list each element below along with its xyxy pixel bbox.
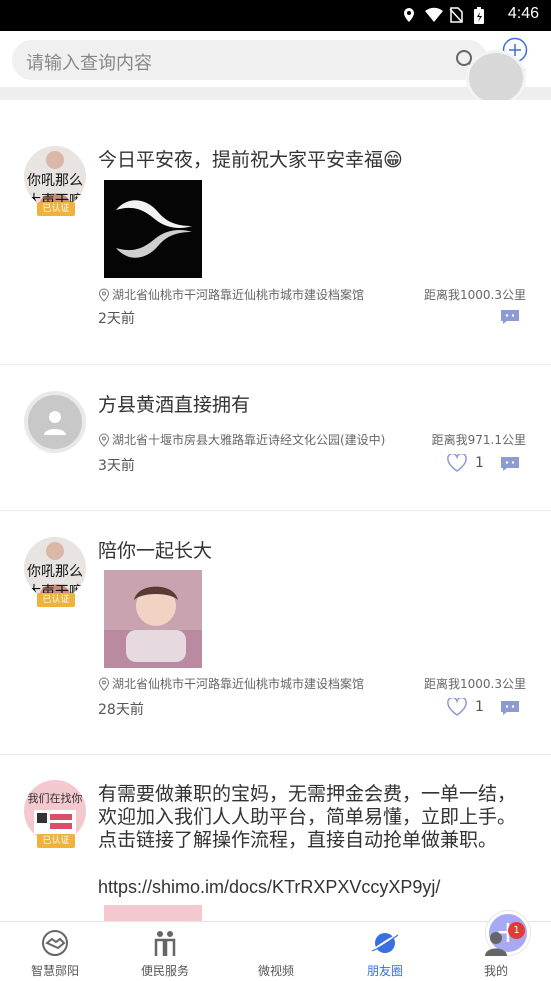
verified-badge: 已认证 (37, 202, 75, 216)
location-text: 湖北省仙桃市干河路靠近仙桃市城市建设档案馆 (112, 677, 365, 691)
heart-icon (447, 454, 467, 472)
like-button[interactable]: 1 (447, 454, 484, 472)
search-input[interactable]: 请输入查询内容 (12, 40, 488, 80)
post-image[interactable] (104, 570, 202, 668)
comment-icon[interactable] (499, 309, 521, 325)
tab-label: 微视频 (257, 964, 294, 978)
tab-label: 朋友圈 (366, 964, 403, 978)
location-text: 湖北省仙桃市干河路靠近仙桃市城市建设档案馆 (112, 288, 365, 302)
post-item[interactable]: 你吼那么 大声干嘛 已认证 陪你一起长大 湖北省仙桃市干河路靠近仙桃市城市建设档案… (0, 511, 551, 755)
notification-badge: 1 (508, 922, 525, 939)
post-image[interactable] (104, 180, 202, 278)
location-pin-icon (98, 676, 110, 691)
post-location: 湖北省十堰市房县大雅路靠近诗经文化公园(建设中) (98, 431, 385, 448)
post-time: 2天前 (98, 311, 135, 327)
search-placeholder: 请输入查询内容 (26, 53, 152, 74)
people-icon (150, 928, 180, 958)
bottom-tab-bar: 智慧郧阳 便民服务 + 微视频 朋友圈 我的 1 (0, 911, 551, 981)
heart-icon (447, 698, 467, 716)
default-user-icon (44, 411, 66, 435)
status-time: 4:46 (507, 5, 539, 22)
location-pin-icon (98, 432, 110, 447)
post-link[interactable]: https://shimo.im/docs/KTrRXPXVccyXP9yj/ (98, 877, 440, 898)
floating-avatar[interactable] (466, 50, 526, 106)
post-image[interactable] (104, 905, 202, 921)
status-icons (401, 7, 489, 24)
post-distance: 距离我971.1公里 (431, 433, 526, 447)
post-title: 今日平安夜，提前祝大家平安幸福😁 (98, 149, 403, 171)
post-text: 有需要做兼职的宝妈，无需押金会费，一单一结，欢迎加入我们人人助平台，简单易懂，立… (98, 783, 517, 851)
post-time: 3天前 (98, 458, 135, 474)
battery-icon (473, 7, 489, 24)
avatar[interactable]: 你吼那么 大声干嘛 (24, 537, 86, 599)
post-item[interactable]: 你吼那么 大声干嘛 已认证 今日平安夜，提前祝大家平安幸福😁 湖北省仙桃市干河路靠… (0, 100, 551, 365)
comment-icon[interactable] (499, 700, 521, 716)
location-icon (401, 7, 417, 23)
post-distance: 距离我1000.3公里 (424, 677, 526, 691)
avatar[interactable] (24, 391, 86, 453)
like-button[interactable]: 1 (447, 698, 484, 716)
tab-label: 我的 (483, 964, 508, 978)
like-count: 1 (475, 455, 484, 471)
avatar[interactable]: 我们在找你 (24, 780, 86, 842)
comment-icon[interactable] (499, 456, 521, 472)
verified-badge: 已认证 (37, 834, 75, 848)
tab-services[interactable]: 便民服务 (120, 928, 210, 979)
no-sim-icon (449, 7, 465, 23)
location-pin-icon (98, 287, 110, 302)
post-item[interactable]: 方县黄酒直接拥有 湖北省十堰市房县大雅路靠近诗经文化公园(建设中) 距离我971… (0, 365, 551, 511)
tab-profile[interactable]: 我的 (451, 928, 541, 979)
tab-home[interactable]: 智慧郧阳 (10, 928, 100, 979)
avatar[interactable]: 你吼那么 大声干嘛 (24, 146, 86, 208)
verified-badge: 已认证 (37, 593, 75, 607)
avatar-caption: 我们在找你 (27, 793, 83, 805)
post-location: 湖北省仙桃市干河路靠近仙桃市城市建设档案馆 (98, 286, 364, 303)
tab-moments[interactable]: 朋友圈 (340, 928, 430, 979)
moments-feed: 你吼那么 大声干嘛 已认证 今日平安夜，提前祝大家平安幸福😁 湖北省仙桃市干河路靠… (0, 100, 551, 921)
handshake-icon (40, 928, 70, 958)
tab-label: 便民服务 (140, 964, 189, 978)
user-icon (481, 928, 511, 958)
location-text: 湖北省十堰市房县大雅路靠近诗经文化公园(建设中) (112, 433, 386, 447)
tab-label: 智慧郧阳 (30, 964, 79, 978)
wifi-icon (425, 7, 443, 23)
planet-icon (370, 928, 400, 958)
post-item[interactable]: 我们在找你 已认证 有需要做兼职的宝妈，无需押金会费，一单一结，欢迎加入我们人人… (0, 755, 551, 921)
post-title: 陪你一起长大 (98, 540, 213, 562)
like-count: 1 (475, 699, 484, 715)
post-distance: 距离我1000.3公里 (424, 288, 526, 302)
status-bar: 4:46 (0, 0, 551, 31)
tab-video[interactable]: + 微视频 (231, 911, 530, 979)
post-location: 湖北省仙桃市干河路靠近仙桃市城市建设档案馆 (98, 675, 364, 692)
post-time: 28天前 (98, 702, 144, 718)
post-title: 方县黄酒直接拥有 (98, 394, 251, 416)
